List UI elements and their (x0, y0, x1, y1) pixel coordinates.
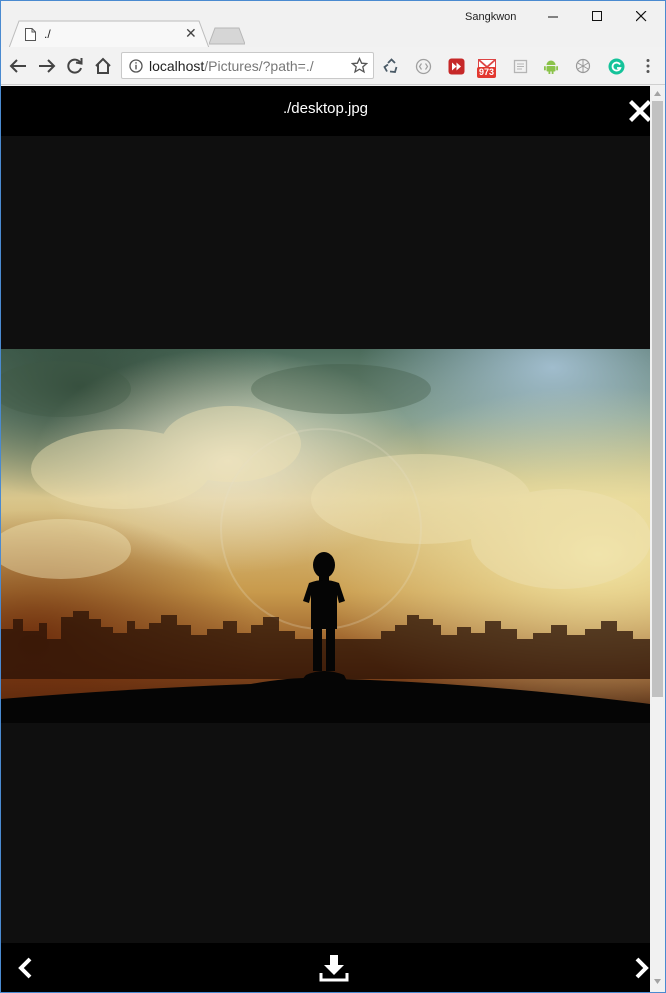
document-icon (513, 59, 527, 73)
extension-forward[interactable] (447, 57, 465, 75)
address-bar[interactable]: localhost/Pictures/?path=./ (121, 52, 374, 79)
mail-badge: 973 (477, 67, 497, 78)
extension-page[interactable] (511, 57, 529, 75)
download-icon[interactable] (319, 954, 349, 982)
back-button[interactable] (7, 55, 29, 77)
scroll-up-icon[interactable] (654, 91, 661, 96)
tab-strip: Sangkwon ./ ✕ (1, 1, 665, 48)
grammarly-icon (608, 58, 624, 74)
url-text[interactable]: localhost/Pictures/?path=./ (149, 58, 314, 74)
fast-forward-icon (448, 58, 464, 74)
image-filename: ./desktop.jpg (282, 100, 369, 117)
reload-icon (67, 58, 83, 74)
arrow-right-icon (39, 59, 56, 73)
scroll-thumb[interactable] (652, 101, 663, 697)
recycle-icon (382, 57, 397, 73)
window-close-button[interactable] (619, 3, 663, 29)
url-host: localhost (149, 58, 205, 74)
chevron-left-icon[interactable] (15, 956, 37, 980)
home-icon (95, 57, 111, 74)
tab-shape (9, 20, 209, 48)
minimize-button[interactable] (531, 3, 575, 29)
viewer-header: ./desktop.jpg (1, 86, 651, 136)
profile-name[interactable]: Sangkwon (465, 11, 516, 23)
browser-window: Sangkwon ./ ✕ localhost/Pictures/?path=.… (0, 0, 666, 993)
scroll-down-icon[interactable] (654, 979, 661, 984)
bookmark-star-icon[interactable] (351, 57, 368, 74)
tab-title: ./ (44, 27, 51, 41)
snowflake-icon (575, 58, 591, 74)
url-path: /Pictures/?path=./ (204, 58, 314, 74)
tab-current[interactable]: ./ ✕ (9, 20, 209, 48)
arrow-left-icon (9, 59, 26, 73)
displayed-image (1, 349, 650, 723)
new-tab-button[interactable] (209, 27, 245, 45)
viewer-footer (1, 943, 650, 992)
page-icon (25, 28, 36, 41)
menu-button[interactable] (639, 57, 657, 75)
more-vertical-icon (646, 59, 650, 73)
info-icon[interactable] (129, 59, 143, 73)
tab-close-icon[interactable]: ✕ (185, 26, 197, 40)
scrollbar[interactable] (650, 86, 665, 992)
reload-button[interactable] (64, 55, 86, 77)
extension-android[interactable] (542, 57, 560, 75)
extension-code[interactable] (414, 57, 432, 75)
android-icon (544, 60, 558, 74)
extension-recycle[interactable] (382, 57, 400, 75)
extension-grammarly[interactable] (607, 57, 625, 75)
home-button[interactable] (92, 55, 114, 77)
extension-gear[interactable] (574, 57, 592, 75)
browser-toolbar: localhost/Pictures/?path=./ 973 (1, 47, 665, 85)
close-window-icon (635, 10, 646, 21)
code-circle-icon (415, 58, 431, 74)
maximize-button[interactable] (575, 3, 619, 29)
image-viewer: ./desktop.jpg (1, 86, 651, 992)
minimize-icon (547, 16, 558, 17)
close-icon[interactable] (629, 100, 651, 122)
maximize-icon (591, 10, 602, 21)
forward-button[interactable] (36, 55, 58, 77)
